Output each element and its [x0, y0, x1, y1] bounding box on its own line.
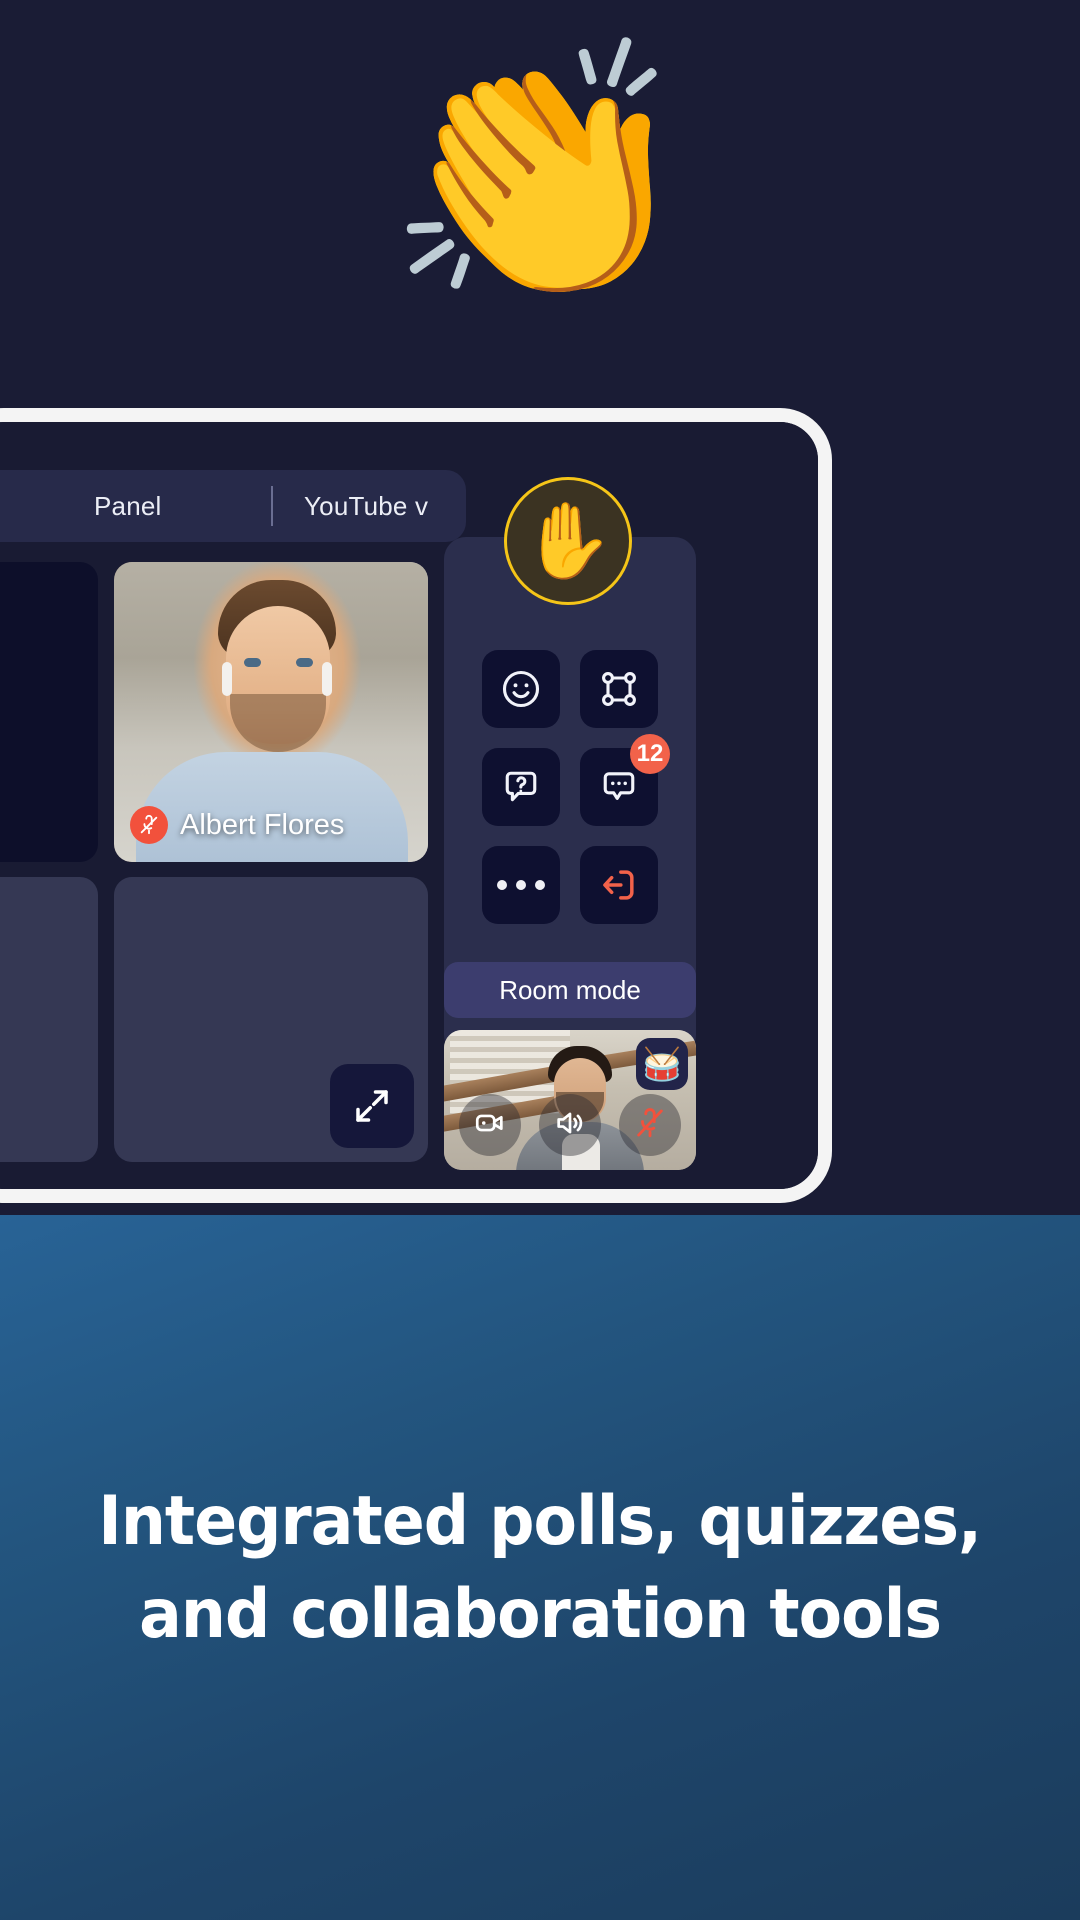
hero-section: 👏	[0, 0, 1080, 420]
tools-grid: 12	[482, 650, 670, 924]
speaker-button[interactable]	[539, 1094, 601, 1156]
room-mode-label: Room mode	[499, 974, 641, 1005]
mic-off-icon	[130, 806, 168, 844]
participant-name: Albert Flores	[180, 808, 345, 841]
camera-button[interactable]	[459, 1094, 521, 1156]
mic-off-icon	[633, 1106, 667, 1145]
caption-line-1: Integrated polls, quizzes,	[98, 1481, 983, 1561]
self-view-controls	[444, 1094, 696, 1156]
chat-unread-badge: 12	[630, 734, 670, 774]
raised-hand-emoji[interactable]: ✋	[504, 477, 632, 605]
participant-tile-empty-left[interactable]	[0, 877, 98, 1162]
mic-button[interactable]	[619, 1094, 681, 1156]
participant-tile-albert[interactable]: Albert Flores	[114, 562, 428, 862]
whiteboard-button[interactable]	[580, 650, 658, 728]
video-camera-icon	[473, 1106, 507, 1145]
tab-bar: Panel YouTube v	[0, 470, 466, 542]
qa-button[interactable]	[482, 748, 560, 826]
participant-tile-empty-right[interactable]	[114, 877, 428, 1162]
room-mode-button[interactable]: Room mode	[444, 962, 696, 1018]
reactions-button[interactable]	[482, 650, 560, 728]
app-screen: Panel YouTube v e	[0, 422, 818, 1189]
drum-emoji[interactable]: 🥁	[636, 1038, 688, 1090]
clapping-hands-emoji: 👏	[384, 33, 696, 312]
expand-arrows-icon[interactable]	[330, 1064, 414, 1148]
leave-button[interactable]	[580, 846, 658, 924]
participant-nametag: Albert Flores	[130, 806, 344, 844]
phone-frame: Panel YouTube v e	[0, 408, 832, 1203]
ellipsis-icon	[497, 880, 545, 890]
more-button[interactable]	[482, 846, 560, 924]
device-showcase: Panel YouTube v e	[0, 405, 1080, 1215]
chat-bubble-icon	[597, 765, 641, 809]
question-bubble-icon	[499, 765, 543, 809]
caption-section: Integrated polls, quizzes, and collabora…	[0, 1215, 1080, 1920]
tab-youtube-video[interactable]: YouTube v	[304, 491, 428, 522]
exit-door-icon	[597, 863, 641, 907]
caption-line-2: and collaboration tools	[139, 1574, 942, 1654]
smiley-face-icon	[499, 667, 543, 711]
tab-separator	[271, 486, 273, 526]
participant-grid: e	[0, 562, 428, 1162]
tab-panel[interactable]: Panel	[94, 491, 162, 522]
participant-tile[interactable]: e	[0, 562, 98, 862]
chat-button[interactable]: 12	[580, 734, 670, 826]
speaker-on-icon	[553, 1106, 587, 1145]
frame-corners-icon	[597, 667, 641, 711]
self-view-thumbnail[interactable]: 🥁	[444, 1030, 696, 1170]
